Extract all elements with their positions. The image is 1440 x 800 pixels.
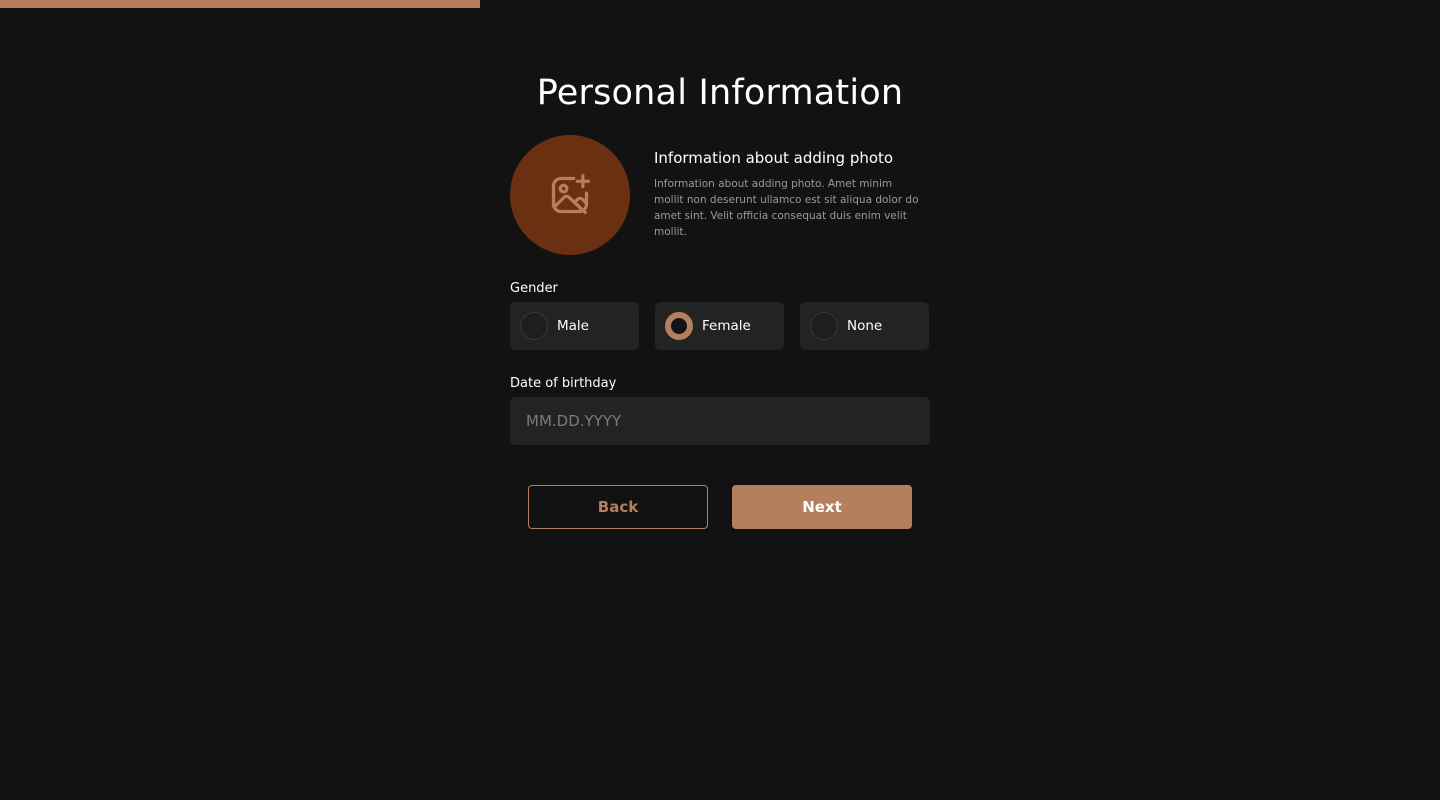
gender-option-female[interactable]: Female [655,302,784,350]
radio-button[interactable] [810,312,838,340]
next-button[interactable]: Next [732,485,912,529]
add-photo-button[interactable] [510,135,630,255]
page-title: Personal Information [536,73,904,114]
radio-button[interactable] [520,312,548,340]
gender-option-label: Female [702,318,751,334]
progress-bar-fill [0,0,480,8]
gender-label: Gender [510,281,558,296]
photo-info-title: Information about adding photo [654,149,894,167]
photo-info: Information about adding photo Informati… [654,135,924,240]
photo-section: Information about adding photo Informati… [510,135,930,255]
gender-option-label: None [847,318,883,334]
birthday-label: Date of birthday [510,376,617,391]
back-button[interactable]: Back [528,485,708,529]
radio-button[interactable] [665,312,693,340]
progress-bar [0,0,1440,8]
form-actions: Back Next [510,485,930,529]
personal-info-form: Information about adding photo Informati… [510,135,930,529]
gender-radio-group: Male Female None [510,302,930,350]
image-add-icon [551,174,590,215]
gender-option-label: Male [557,318,589,334]
gender-option-none[interactable]: None [800,302,929,350]
birthday-input[interactable] [510,397,930,445]
gender-option-male[interactable]: Male [510,302,639,350]
photo-info-text: Information about adding photo. Amet min… [654,178,919,238]
